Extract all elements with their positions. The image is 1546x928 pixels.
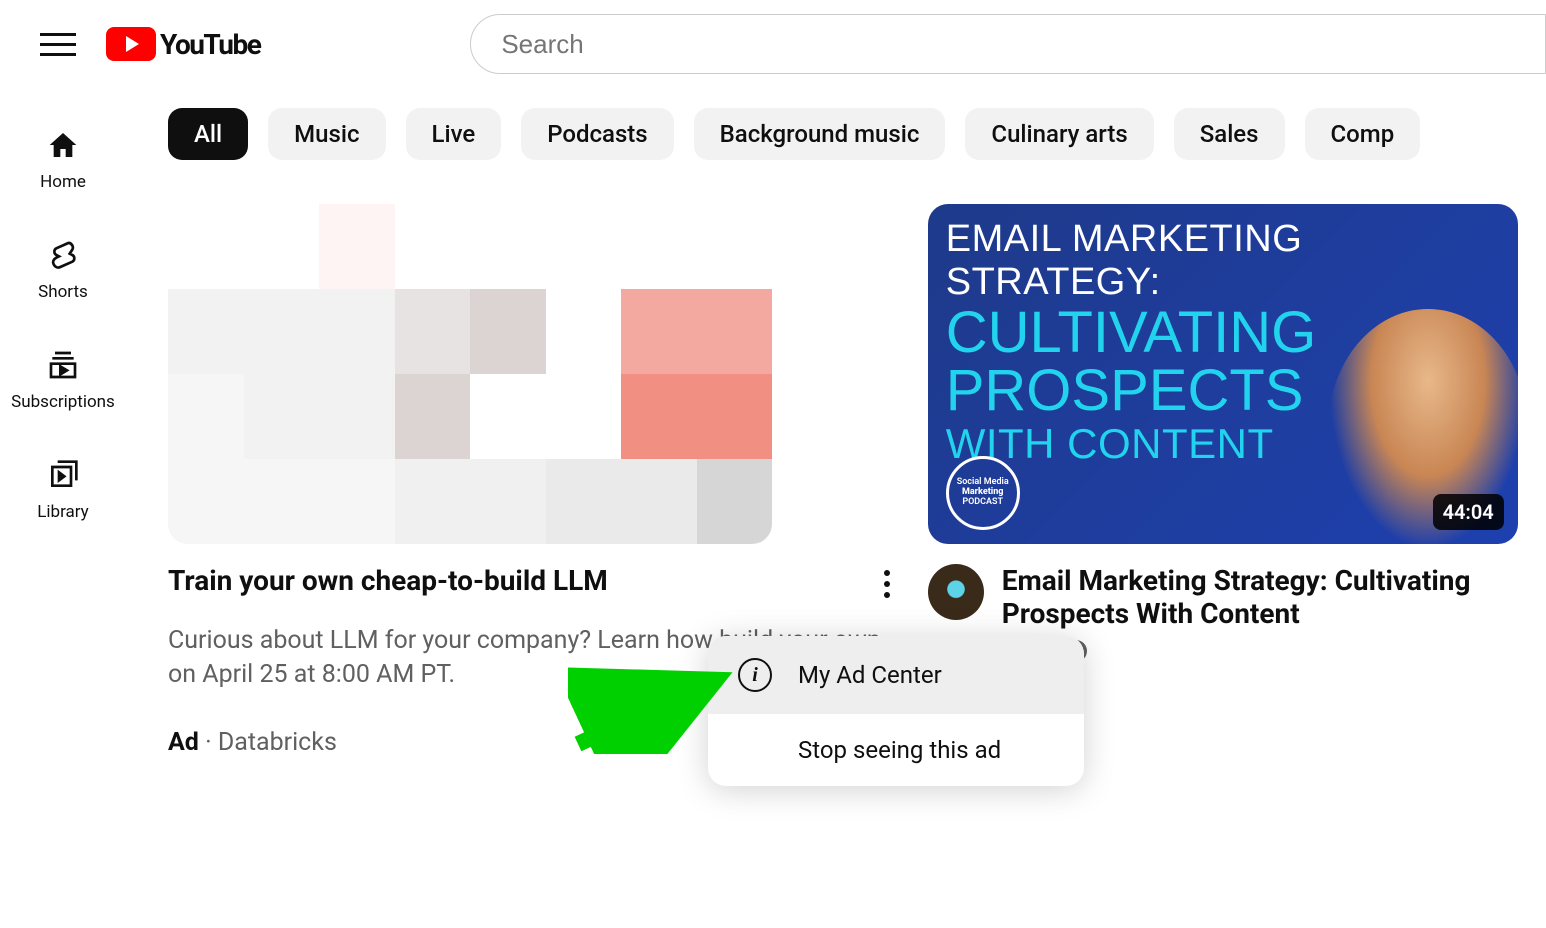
filter-chip-comp[interactable]: Comp [1305,108,1421,160]
ad-options-popup: i My Ad Center Stop seeing this ad [708,636,1084,786]
ad-thumbnail[interactable] [168,204,772,544]
sidebar-item-shorts[interactable]: Shorts [38,238,88,302]
subscriptions-icon [46,348,80,382]
hamburger-menu-button[interactable] [40,26,76,62]
youtube-play-icon [106,27,156,61]
youtube-logo-text: YouTube [160,28,260,61]
filter-chip-live[interactable]: Live [406,108,502,160]
filter-chip-all[interactable]: All [168,108,248,160]
shorts-icon [46,238,80,272]
search-input[interactable] [470,14,1546,74]
filter-chip-row: All Music Live Podcasts Background music Culi… [168,108,1546,160]
annotation-arrow [568,664,748,754]
ad-options-button[interactable] [872,564,902,598]
sidebar-item-subscriptions[interactable]: Subscriptions [11,348,115,412]
sidebar-item-library[interactable]: Library [37,458,88,522]
podcast-badge: Social Media Marketing PODCAST [946,456,1020,530]
filter-chip-music[interactable]: Music [268,108,385,160]
sidebar: Home Shorts Subscriptions Library [0,88,126,928]
home-icon [46,128,80,162]
filter-chip-podcasts[interactable]: Podcasts [521,108,673,160]
filter-chip-sales[interactable]: Sales [1174,108,1285,160]
menu-item-stop-seeing-ad[interactable]: Stop seeing this ad [708,714,1084,786]
channel-avatar[interactable] [928,564,984,620]
video-title[interactable]: Email Marketing Strategy: Cultivating Pr… [1002,564,1546,630]
filter-chip-culinary-arts[interactable]: Culinary arts [965,108,1153,160]
duration-badge: 44:04 [1433,494,1504,530]
video-thumbnail[interactable]: EMAIL MARKETING STRATEGY: CULTIVATING PR… [928,204,1518,544]
library-icon [46,458,80,492]
ad-title[interactable]: Train your own cheap-to-build LLM [168,564,608,597]
menu-item-my-ad-center[interactable]: i My Ad Center [708,636,1084,714]
sidebar-item-home[interactable]: Home [40,128,86,192]
filter-chip-background-music[interactable]: Background music [694,108,946,160]
youtube-logo[interactable]: YouTube [106,27,260,61]
